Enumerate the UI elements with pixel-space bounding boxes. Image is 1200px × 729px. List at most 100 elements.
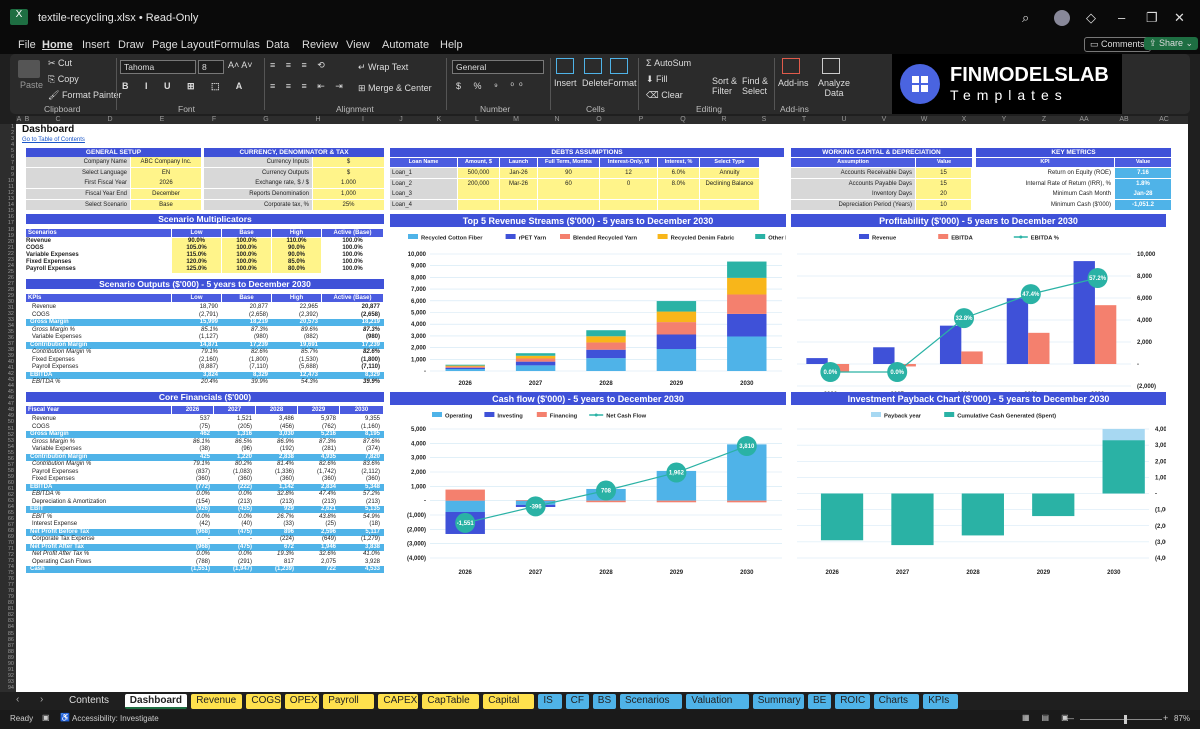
tab-is[interactable]: IS xyxy=(538,694,562,709)
copy-button[interactable]: ⎘ Copy xyxy=(48,74,79,85)
column-header[interactable]: H xyxy=(292,116,344,123)
avatar[interactable] xyxy=(1054,10,1070,26)
menu-page-layout[interactable]: Page Layout xyxy=(152,39,214,51)
number-format-buttons[interactable]: $ % ⁹ ⁰⁰ xyxy=(456,81,528,92)
column-header[interactable]: S xyxy=(744,116,784,123)
close-icon[interactable]: ✕ xyxy=(1174,10,1185,26)
align-buttons-2[interactable]: ≡ ≡ ≡ ⇤ ⇥ xyxy=(270,81,347,92)
merge-center-button[interactable]: ⊞ Merge & Center xyxy=(358,83,432,94)
tab-bs[interactable]: BS xyxy=(592,694,616,709)
restore-icon[interactable]: ❐ xyxy=(1146,10,1158,26)
menu-home[interactable]: Home xyxy=(42,39,73,51)
excel-icon[interactable]: X xyxy=(10,9,28,25)
column-header[interactable]: O xyxy=(578,116,620,123)
column-header[interactable]: G xyxy=(240,116,292,123)
column-header[interactable]: Y xyxy=(984,116,1024,123)
tab-roic[interactable]: ROIC xyxy=(835,694,870,709)
column-header[interactable]: E xyxy=(136,116,188,123)
diamond-icon[interactable]: ◇ xyxy=(1086,10,1096,26)
column-header[interactable]: R xyxy=(704,116,744,123)
column-header[interactable]: Z xyxy=(1024,116,1064,123)
menu-review[interactable]: Review xyxy=(302,39,338,51)
accessibility-icon[interactable]: ♿ xyxy=(60,713,70,722)
column-header[interactable]: C xyxy=(32,116,84,123)
chevron-down-icon[interactable]: ⌄ xyxy=(152,11,160,22)
row-header[interactable]: 94 xyxy=(0,685,14,691)
menu-automate[interactable]: Automate xyxy=(382,39,429,51)
font-style-buttons[interactable]: B I U ⊞ ⬚ A xyxy=(122,81,249,92)
column-header[interactable]: AC xyxy=(1144,116,1184,123)
tab-contents[interactable]: Contents xyxy=(64,694,121,709)
column-header[interactable]: X xyxy=(944,116,984,123)
dashboard-sheet[interactable]: Dashboard Go to Table of Contents Top 5 … xyxy=(16,124,1188,692)
column-header[interactable]: J xyxy=(382,116,420,123)
column-header[interactable]: D xyxy=(84,116,136,123)
tab-dashboard[interactable]: Dashboard xyxy=(124,694,188,709)
menu-view[interactable]: View xyxy=(346,39,370,51)
share-button[interactable]: ⇪ Share ⌄ xyxy=(1144,37,1199,50)
tab-opex[interactable]: OPEX xyxy=(284,694,320,709)
column-header[interactable]: Q xyxy=(662,116,704,123)
tab-captable[interactable]: CapTable xyxy=(422,694,480,709)
format-button[interactable]: Format xyxy=(608,78,637,88)
menu-data[interactable]: Data xyxy=(266,39,289,51)
accessibility-status[interactable]: Accessibility: Investigate xyxy=(72,714,159,723)
macro-icon[interactable]: ▣ xyxy=(42,713,50,722)
column-header[interactable]: B xyxy=(22,116,32,123)
comments-button[interactable]: ▭ Comments xyxy=(1084,37,1151,52)
addins-button[interactable]: Add-ins xyxy=(778,78,809,88)
column-header[interactable]: T xyxy=(784,116,824,123)
tab-revenue[interactable]: Revenue xyxy=(191,694,243,709)
menu-file[interactable]: File xyxy=(18,39,36,51)
menu-help[interactable]: Help xyxy=(440,39,463,51)
paste-button[interactable]: Paste xyxy=(20,80,43,90)
font-size-select[interactable]: 8 xyxy=(198,60,224,74)
minimize-icon[interactable]: – xyxy=(1118,10,1125,25)
column-header[interactable]: I xyxy=(344,116,382,123)
tab-scroll-left-icon[interactable]: ‹ xyxy=(16,694,19,705)
tab-capex[interactable]: CAPEX xyxy=(378,694,419,709)
tab-cogs[interactable]: COGS xyxy=(246,694,281,709)
font-name-select[interactable]: Tahoma xyxy=(120,60,196,74)
clear-button[interactable]: ⌫ Clear xyxy=(646,90,683,101)
column-header[interactable]: F xyxy=(188,116,240,123)
menu-formulas[interactable]: Formulas xyxy=(214,39,260,51)
tab-cf[interactable]: CF xyxy=(565,694,589,709)
tab-be[interactable]: BE xyxy=(808,694,832,709)
tab-scenarios[interactable]: Scenarios xyxy=(620,694,683,709)
cut-button[interactable]: ✂ Cut xyxy=(48,58,72,69)
tab-payroll[interactable]: Payroll xyxy=(323,694,375,709)
column-header[interactable]: W xyxy=(904,116,944,123)
column-header[interactable]: U xyxy=(824,116,864,123)
zoom-slider[interactable] xyxy=(1080,719,1162,720)
zoom-thumb[interactable] xyxy=(1124,715,1127,724)
column-header[interactable]: K xyxy=(420,116,458,123)
format-painter-button[interactable]: 🖌 Format Painter xyxy=(48,90,121,101)
column-header[interactable]: V xyxy=(864,116,904,123)
number-format-select[interactable]: General xyxy=(452,60,544,74)
column-header[interactable]: L xyxy=(458,116,496,123)
delete-button[interactable]: Delete xyxy=(582,78,608,88)
sort-filter-button[interactable]: Sort & Filter xyxy=(712,76,737,96)
align-buttons[interactable]: ≡ ≡ ≡ ⟲ xyxy=(270,60,329,71)
find-select-button[interactable]: Find & Select xyxy=(742,76,768,96)
insert-button[interactable]: Insert xyxy=(554,78,577,88)
column-header[interactable]: P xyxy=(620,116,662,123)
zoom-in-icon[interactable]: + xyxy=(1163,713,1168,723)
tab-charts[interactable]: Charts xyxy=(873,694,920,709)
wrap-text-button[interactable]: ↵ Wrap Text xyxy=(358,62,408,73)
vertical-scrollbar[interactable] xyxy=(1188,116,1200,692)
tab-kpis[interactable]: KPIs xyxy=(923,694,958,709)
search-icon[interactable]: ⌕ xyxy=(1022,10,1029,26)
window-title[interactable]: textile-recycling.xlsx • Read-Only xyxy=(38,12,198,24)
tab-summary[interactable]: Summary xyxy=(752,694,804,709)
tab-capital[interactable]: Capital xyxy=(483,694,535,709)
analyze-data-button[interactable]: Analyze Data xyxy=(818,78,850,98)
menu-insert[interactable]: Insert xyxy=(82,39,110,51)
tab-scroll-right-icon[interactable]: › xyxy=(40,694,43,705)
column-header[interactable]: AA xyxy=(1064,116,1104,123)
fill-button[interactable]: ⬇ Fill xyxy=(646,74,668,85)
menu-draw[interactable]: Draw xyxy=(118,39,144,51)
toc-link[interactable]: Go to Table of Contents xyxy=(22,137,85,143)
column-header[interactable]: N xyxy=(536,116,578,123)
